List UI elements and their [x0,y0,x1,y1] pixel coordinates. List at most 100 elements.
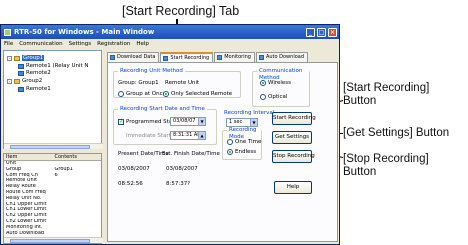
tree-item-label: Remote2 [26,70,51,76]
tree-item-group2-remote1[interactable]: Remote1 [18,86,51,92]
radio-dot [163,91,169,97]
stop-btn-callout-line2: Button [343,166,377,178]
recording-mode-group: Recording Mode [222,127,262,160]
start-btn-callout-line1: [Start Recording] [343,82,430,94]
group-icon [14,55,20,61]
minimize-button[interactable]: _ [306,27,315,37]
group-title: Recording Unit Method [118,68,185,75]
present-time-value: 08:52:56 [118,181,143,187]
radio-one-time[interactable]: One Time [227,139,261,145]
radio-dot [227,149,233,155]
radio-endless[interactable]: Endless [227,149,256,155]
tree-item-remote2[interactable]: Remote2 [18,70,51,76]
monitor-icon [217,55,223,60]
tab-strip: Download Data Start Recording Monitoring… [107,52,309,63]
start-btn-callout-line2: Button [343,95,377,107]
left-pane: - Group1 Remote1 (Relay Unit N Remote2 -… [3,50,103,244]
chevron-down-icon[interactable]: ▼ [250,119,257,126]
group-name-label: Group: Group1 [118,80,159,86]
auto-download-icon [258,55,264,60]
title-bar: RTR-50 for Windows - Main Window _ □ × [1,25,339,39]
device-tree: - Group1 Remote1 (Relay Unit N Remote2 -… [3,50,103,149]
radio-wireless[interactable]: Wireless [260,80,291,86]
tab-monitoring[interactable]: Monitoring [214,52,255,62]
scrollbar-thumb[interactable] [10,239,90,243]
radio-only-selected-remote[interactable]: Only Selected Remote [163,91,232,97]
radio-programmed-start[interactable]: Programmed Start [118,118,177,125]
tab-label: Auto Download [265,54,305,60]
tree-item-label: Remote1 [26,86,51,92]
radio-label: Endless [235,149,257,155]
collapse-icon[interactable]: - [7,55,12,61]
get-settings-button[interactable]: Get Settings [272,131,312,144]
finish-date-time-label: Est. Finish Date/Time [162,151,220,157]
radio-label: Optical [268,94,288,100]
column-header-contents[interactable]: Contents [53,154,102,160]
present-date-value: 03/08/2007 [118,166,150,172]
properties-horizontal-scrollbar[interactable] [4,237,103,243]
start-date-picker[interactable]: 03/08/07 ▼ [170,117,206,126]
stop-recording-button-callout: [Stop Recording] Button [343,153,429,179]
radio-label: Group at Once [126,91,166,97]
download-icon [110,55,115,60]
radio-dot [260,94,266,100]
menu-registration[interactable]: Registration [97,41,130,47]
tree-item-remote1[interactable]: Remote1 (Relay Unit N [18,63,89,69]
tab-auto-download[interactable]: Auto Download [255,52,309,62]
remote-unit-label: Remote Unit [165,80,200,86]
radio-group-at-once[interactable]: Group at Once [118,91,166,97]
start-date-value: 03/08/07 [173,118,196,124]
maximize-button[interactable]: □ [317,27,326,37]
start-recording-button-callout: [Start Recording] Button [343,82,429,108]
chevron-down-icon[interactable]: ▼ [198,118,205,125]
tree-item-group2[interactable]: - Group2 [7,78,42,84]
window-title: RTR-50 for Windows - Main Window [14,28,155,36]
radio-label: One Time [235,139,262,145]
tab-label: Monitoring [224,54,251,60]
stop-recording-button[interactable]: Stop Recording [272,150,315,163]
close-button[interactable]: × [328,27,337,37]
tree-horizontal-scrollbar[interactable] [4,143,103,149]
radio-optical[interactable]: Optical [260,94,287,100]
interval-select[interactable]: 1 sec ▼ [226,118,258,127]
tree-item-label: Remote1 (Relay Unit N [26,63,89,69]
group-title: Recording Start Date and Time [118,106,207,113]
menu-help[interactable]: Help [136,41,149,47]
tab-label: Download Data [117,54,156,60]
remote-unit-icon [18,63,24,69]
main-window: RTR-50 for Windows - Main Window _ □ × F… [0,24,340,245]
menu-file[interactable]: File [4,41,13,47]
radio-label: Only Selected Remote [171,91,233,97]
stop-btn-callout-line1: [Stop Recording] [343,153,429,165]
menu-settings[interactable]: Settings [69,41,92,47]
tab-download-data[interactable]: Download Data [107,52,160,62]
communication-method-group: Communication Method [252,68,310,107]
start-recording-button[interactable]: Start Recording [272,112,316,125]
menu-communication[interactable]: Communication [19,41,62,47]
row-key: Auto Download [6,230,45,236]
remote-unit-icon [18,70,24,76]
radio-label: Wireless [268,80,292,86]
checkbox [118,118,124,125]
spinner-icon[interactable]: ▲ [198,132,205,139]
radio-dot [227,139,233,145]
scrollbar-thumb[interactable] [10,145,90,149]
radio-dot [260,80,266,86]
get-settings-button-callout: [Get Settings] Button [343,127,450,139]
start-recording-tab-callout: [Start Recording] Tab [122,4,240,18]
remote-unit-icon [18,86,24,92]
table-row: Auto Download [4,231,101,237]
menu-bar: File Communication Settings Registration… [1,39,339,48]
radio-dot [118,91,124,97]
column-header-item[interactable]: Item [4,154,53,160]
app-icon [4,28,11,36]
record-icon [163,56,169,61]
finish-date-value: 03/08/2007 [166,166,198,172]
tree-item-label: Group2 [22,78,43,84]
collapse-icon[interactable]: - [7,78,12,84]
tree-item-group1[interactable]: - Group1 [7,55,45,61]
start-recording-panel: Recording Unit Method Group: Group1 Remo… [107,62,338,242]
start-time-picker[interactable]: 8:31:31 AM ▲ [170,131,206,140]
help-button[interactable]: Help [274,181,312,194]
row-value [53,231,102,237]
